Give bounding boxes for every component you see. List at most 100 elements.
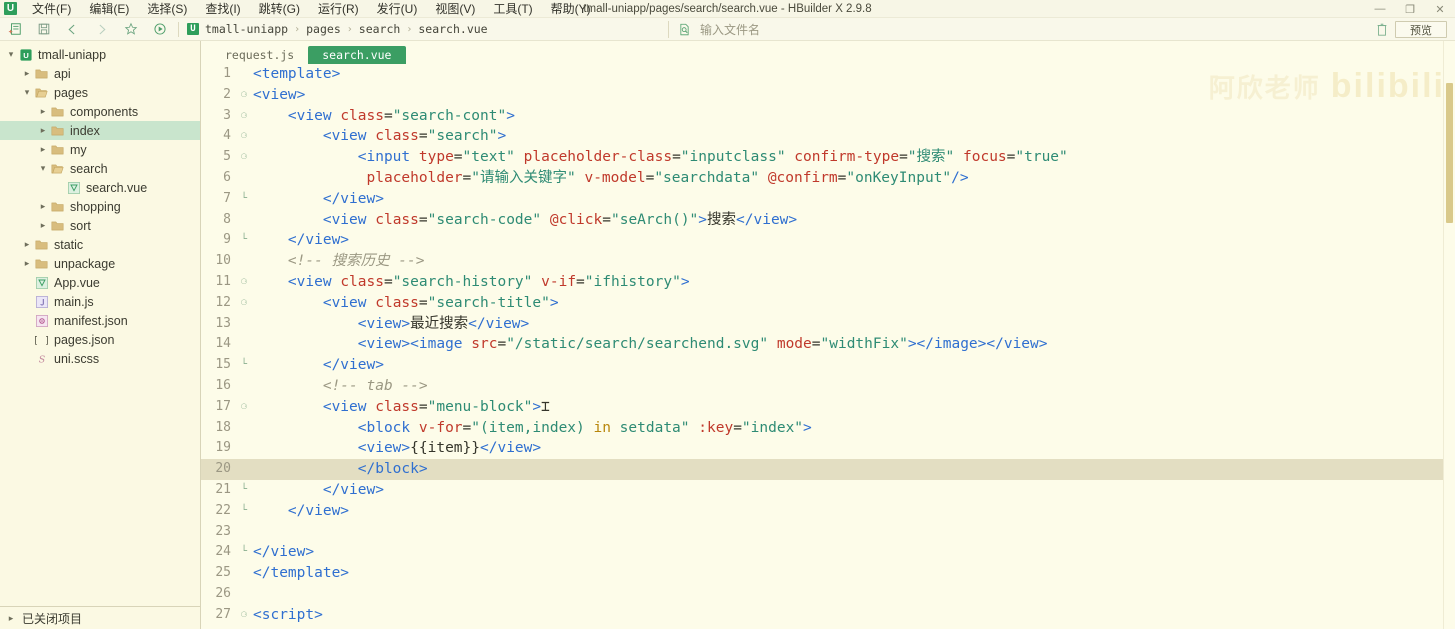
preview-button[interactable]: 预览 — [1395, 21, 1447, 38]
line-number: 10 — [215, 253, 231, 269]
tree-item-main-js[interactable]: main.js — [0, 292, 200, 311]
code-line[interactable]: 2 ⚆ <view> — [201, 85, 1455, 106]
save-icon[interactable] — [29, 18, 58, 41]
code-line[interactable]: 23 — [201, 522, 1455, 543]
menu-select[interactable]: 选择(S) — [138, 0, 196, 18]
editor-vertical-scrollbar[interactable] — [1443, 41, 1455, 629]
brackets-file-icon: [ ] — [34, 334, 49, 346]
code-content[interactable]: 1 <template> 2 ⚆ <view> 3 ⚆ <view class="searc… — [201, 64, 1455, 626]
tree-item-index[interactable]: ▸ index — [0, 121, 200, 140]
chevron-down-icon[interactable]: ▾ — [20, 87, 34, 98]
code-line[interactable]: 14 <view><image src="/static/search/sear… — [201, 334, 1455, 355]
close-icon[interactable]: ✕ — [1425, 0, 1455, 18]
tree-item-uni-scss[interactable]: Suni.scss — [0, 349, 200, 368]
menu-file[interactable]: 文件(F) — [23, 0, 80, 18]
menu-find[interactable]: 查找(I) — [196, 0, 249, 18]
code-line[interactable]: 26 — [201, 584, 1455, 605]
tree-item-pages-json[interactable]: [ ] pages.json — [0, 330, 200, 349]
tree-item-pages[interactable]: ▾ pages — [0, 83, 200, 102]
code-line[interactable]: 15 └ </view> — [201, 355, 1455, 376]
code-line[interactable]: 21 └ </view> — [201, 480, 1455, 501]
breadcrumb-item-1[interactable]: pages — [306, 22, 341, 36]
code-line[interactable]: 18 <block v-for="(item,index) in setdata… — [201, 418, 1455, 439]
tree-item-my[interactable]: ▸ my — [0, 140, 200, 159]
fold-toggle-icon[interactable]: ⚆ — [237, 85, 251, 106]
chevron-right-icon[interactable]: ▸ — [36, 220, 50, 231]
fold-toggle-icon[interactable]: ⚆ — [237, 147, 251, 168]
chevron-right-icon[interactable]: ▸ — [36, 125, 50, 136]
trash-icon[interactable] — [1375, 22, 1389, 37]
breadcrumb-item-3[interactable]: search.vue — [418, 22, 487, 36]
scrollbar-thumb[interactable] — [1446, 83, 1453, 223]
menu-goto[interactable]: 跳转(G) — [250, 0, 309, 18]
restore-icon[interactable]: ❐ — [1395, 0, 1425, 18]
chevron-right-icon[interactable]: ▸ — [36, 201, 50, 212]
chevron-right-icon[interactable]: ▸ — [20, 258, 34, 269]
code-line[interactable]: 19 <view>{{item}}</view> — [201, 438, 1455, 459]
menu-tools[interactable]: 工具(T) — [484, 0, 541, 18]
code-line[interactable]: 6 placeholder="请输入关键字" v-model="searchda… — [201, 168, 1455, 189]
menu-edit[interactable]: 编辑(E) — [80, 0, 138, 18]
chevron-right-icon[interactable]: ▸ — [20, 239, 34, 250]
run-play-icon[interactable] — [145, 18, 174, 41]
tree-item-sort[interactable]: ▸ sort — [0, 216, 200, 235]
new-file-icon[interactable] — [0, 18, 29, 41]
code-line[interactable]: 17 ⚆ <view class="menu-block">⌶ — [201, 397, 1455, 418]
tree-item-components[interactable]: ▸ components — [0, 102, 200, 121]
tree-item-unpackage[interactable]: ▸ unpackage — [0, 254, 200, 273]
menu-help[interactable]: 帮助(Y) — [542, 0, 600, 18]
back-arrow-icon[interactable] — [58, 18, 87, 41]
code-line[interactable]: 25 </template> — [201, 563, 1455, 584]
chevron-right-icon[interactable]: ▸ — [36, 144, 50, 155]
tree-item-static[interactable]: ▸ static — [0, 235, 200, 254]
tree-item-shopping[interactable]: ▸ shopping — [0, 197, 200, 216]
code-line[interactable]: 22 └ </view> — [201, 501, 1455, 522]
tree-item-app-vue[interactable]: App.vue — [0, 273, 200, 292]
code-line[interactable]: 3 ⚆ <view class="search-cont"> — [201, 106, 1455, 127]
menu-view[interactable]: 视图(V) — [426, 0, 484, 18]
code-line[interactable]: 16 <!-- tab --> — [201, 376, 1455, 397]
code-line[interactable]: 10 <!-- 搜索历史 --> — [201, 251, 1455, 272]
code-line[interactable]: 27 ⚆ <script> — [201, 605, 1455, 626]
folder-icon — [34, 258, 49, 270]
fold-toggle-icon[interactable]: ⚆ — [237, 106, 251, 127]
code-line[interactable]: 13 <view>最近搜索</view> — [201, 314, 1455, 335]
code-line[interactable]: 8 <view class="search-code" @click="seAr… — [201, 210, 1455, 231]
code-line[interactable]: 20 </block> — [201, 459, 1455, 480]
code-text: <block v-for="(item,index) in setdata" :… — [357, 419, 812, 436]
code-line[interactable]: 1 <template> — [201, 64, 1455, 85]
favorite-star-icon[interactable] — [116, 18, 145, 41]
editor-tab-request-js[interactable]: request.js — [211, 46, 308, 64]
code-line[interactable]: 4 ⚆ <view class="search"> — [201, 126, 1455, 147]
code-line[interactable]: 12 ⚆ <view class="search-title"> — [201, 293, 1455, 314]
forward-arrow-icon[interactable] — [87, 18, 116, 41]
filename-search-box[interactable]: 输入文件名 — [678, 20, 760, 39]
chevron-down-icon[interactable]: ▾ — [4, 49, 18, 60]
tree-item-search[interactable]: ▾ search — [0, 159, 200, 178]
tree-item-tmall-uniapp[interactable]: ▾ Utmall-uniapp — [0, 45, 200, 64]
code-line[interactable]: 24 └ </view> — [201, 542, 1455, 563]
fold-toggle-icon[interactable]: ⚆ — [237, 293, 251, 314]
menu-publish[interactable]: 发行(U) — [368, 0, 427, 18]
code-line[interactable]: 9 └ </view> — [201, 230, 1455, 251]
chevron-right-icon[interactable]: ▸ — [20, 68, 34, 79]
fold-toggle-icon[interactable]: ⚆ — [237, 397, 251, 418]
minimize-icon[interactable]: — — [1365, 0, 1395, 18]
menu-run[interactable]: 运行(R) — [309, 0, 368, 18]
breadcrumb-item-0[interactable]: tmall-uniapp — [205, 22, 288, 36]
tree-item-api[interactable]: ▸ api — [0, 64, 200, 83]
code-line[interactable]: 7 └ </view> — [201, 189, 1455, 210]
fold-guide: └ — [240, 546, 248, 558]
breadcrumb-item-2[interactable]: search — [359, 22, 401, 36]
fold-toggle-icon[interactable]: ⚆ — [237, 272, 251, 293]
chevron-right-icon[interactable]: ▸ — [36, 106, 50, 117]
editor-tab-search-vue[interactable]: search.vue — [308, 46, 406, 64]
fold-toggle-icon[interactable]: ⚆ — [237, 605, 251, 626]
closed-projects-row[interactable]: ▸ 已关闭项目 — [0, 606, 200, 629]
code-line[interactable]: 11 ⚆ <view class="search-history" v-if="i… — [201, 272, 1455, 293]
code-line[interactable]: 5 ⚆ <input type="text" placeholder-class=… — [201, 147, 1455, 168]
fold-toggle-icon[interactable]: ⚆ — [237, 126, 251, 147]
tree-item-manifest-json[interactable]: manifest.json — [0, 311, 200, 330]
chevron-down-icon[interactable]: ▾ — [36, 163, 50, 174]
tree-item-search-vue[interactable]: search.vue — [0, 178, 200, 197]
